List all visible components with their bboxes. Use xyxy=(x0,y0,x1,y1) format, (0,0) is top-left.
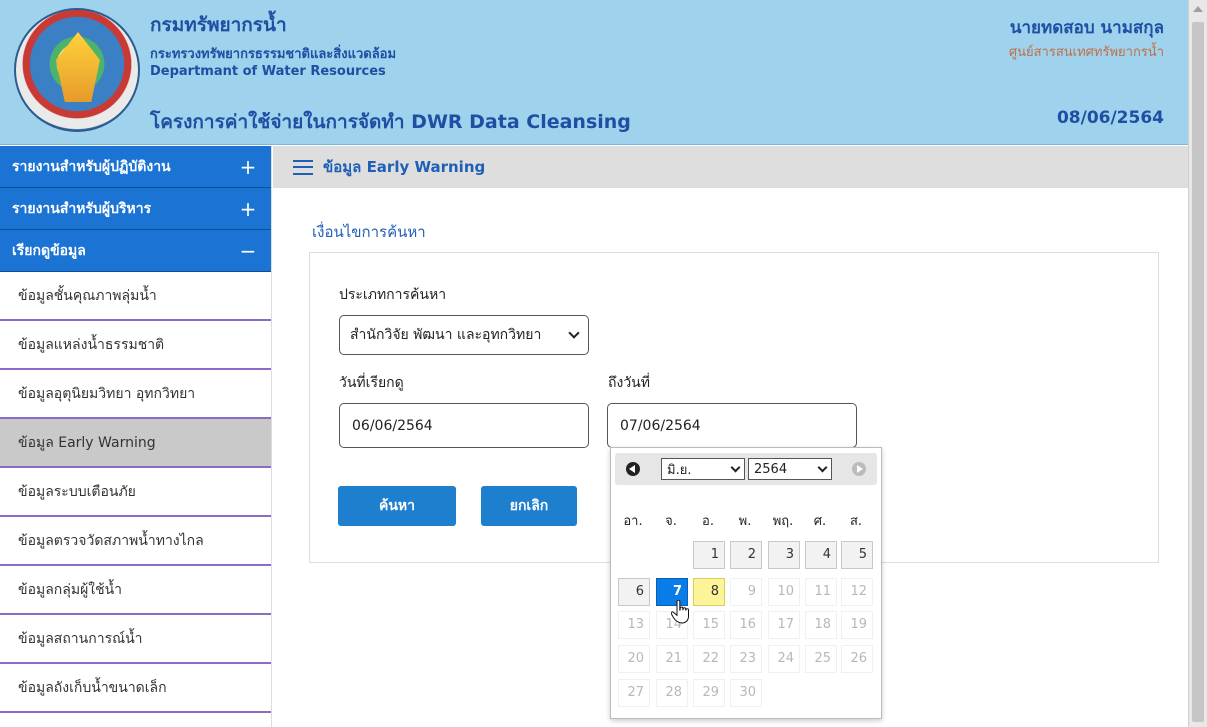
scroll-up-icon[interactable] xyxy=(1193,6,1203,12)
date-to-input[interactable]: 07/06/2564 xyxy=(607,403,857,448)
date-from-input[interactable]: 06/06/2564 xyxy=(339,403,589,448)
calendar-day: 29 xyxy=(693,679,725,707)
calendar-day[interactable]: 1 xyxy=(693,541,725,569)
sidebar-item-warning-system[interactable]: ข้อมูลระบบเตือนภัย xyxy=(0,468,271,517)
date-from-label: วันที่เรียกดู xyxy=(339,375,404,391)
search-type-label: ประเภทการค้นหา xyxy=(339,287,447,303)
sidebar-group-view-data[interactable]: เรียกดูข้อมูล − xyxy=(0,230,271,272)
search-type-value: สำนักวิจัย พัฒนา และอุทกวิทยา xyxy=(350,327,542,343)
datepicker-popup: มิ.ย. 2564 อา. จ. อ. พ. พฤ. ศ. ส. 1 2 3 4 5 6 7 8 9 10 11… xyxy=(610,447,882,719)
calendar-day: 16 xyxy=(730,611,762,639)
prev-month-icon[interactable] xyxy=(626,462,640,476)
weekday-label: ศ. xyxy=(813,514,827,529)
collapse-icon[interactable]: − xyxy=(237,239,259,263)
calendar-day[interactable]: 3 xyxy=(768,541,800,569)
weekday-label: พ. xyxy=(738,514,752,529)
chevron-down-icon xyxy=(817,462,828,472)
year-select[interactable]: 2564 xyxy=(748,458,832,480)
calendar-day: 9 xyxy=(730,578,762,606)
datepicker-header: มิ.ย. 2564 xyxy=(615,453,877,485)
calendar-day: 30 xyxy=(730,679,762,707)
dwr-logo xyxy=(14,8,140,132)
chevron-down-icon xyxy=(730,462,741,472)
search-type-select[interactable]: สำนักวิจัย พัฒนา และอุทกวิทยา xyxy=(339,315,589,355)
page-title: ข้อมูล Early Warning xyxy=(323,158,486,176)
date-to-label: ถึงวันที่ xyxy=(608,375,650,391)
calendar-day[interactable]: 6 xyxy=(618,578,650,606)
sidebar-group-label: เรียกดูข้อมูล xyxy=(12,242,86,259)
calendar-day: 23 xyxy=(730,645,762,673)
department-name-th: กรมทรัพยากรน้ำ xyxy=(150,14,287,36)
weekday-label: ส. xyxy=(849,514,863,529)
sidebar-item-natural-water-sources[interactable]: ข้อมูลแหล่งน้ำธรรมชาติ xyxy=(0,321,271,370)
user-unit: ศูนย์สารสนเทศทรัพยากรน้ำ xyxy=(1008,45,1164,60)
sidebar-item-small-water-tanks[interactable]: ข้อมูลถังเก็บน้ำขนาดเล็ก xyxy=(0,664,271,713)
calendar-day[interactable]: 8 xyxy=(693,578,725,606)
weekday-label: อ. xyxy=(702,514,714,529)
user-name: นายทดสอบ นามสกุล xyxy=(1009,18,1164,38)
calendar-day: 12 xyxy=(841,578,873,606)
sidebar-item-water-user-groups[interactable]: ข้อมูลกลุ่มผู้ใช้น้ำ xyxy=(0,566,271,615)
month-select-value: มิ.ย. xyxy=(667,462,692,478)
vertical-scrollbar[interactable] xyxy=(1188,0,1207,727)
sidebar-item-meteorology-hydrology[interactable]: ข้อมูลอุตุนิยมวิทยา อุทกวิทยา xyxy=(0,370,271,419)
calendar-day[interactable]: 5 xyxy=(841,541,873,569)
department-name-en: Departmant of Water Resources xyxy=(150,64,386,79)
sidebar-group-executive-reports[interactable]: รายงานสำหรับผู้บริหาร + xyxy=(0,188,271,230)
sidebar-item-telemetry[interactable]: ข้อมูลตรวจวัดสภาพน้ำทางไกล xyxy=(0,517,271,566)
calendar-day: 26 xyxy=(841,645,873,673)
hamburger-icon[interactable] xyxy=(293,159,313,175)
weekday-label: อา. xyxy=(623,514,643,529)
calendar-day: 18 xyxy=(805,611,837,639)
content-topbar: ข้อมูล Early Warning xyxy=(273,146,1188,188)
sidebar: รายงานสำหรับผู้ปฏิบัติงาน + รายงานสำหรับ… xyxy=(0,146,272,727)
sidebar-item-water-situation[interactable]: ข้อมูลสถานการณ์น้ำ xyxy=(0,615,271,664)
section-title: เงื่อนไขการค้นหา xyxy=(312,223,426,241)
month-select[interactable]: มิ.ย. xyxy=(661,458,745,480)
calendar-day[interactable]: 4 xyxy=(805,541,837,569)
hand-pointer-icon xyxy=(671,600,689,624)
chevron-down-icon xyxy=(568,327,580,339)
calendar-day: 28 xyxy=(656,679,688,707)
calendar-day: 22 xyxy=(693,645,725,673)
calendar-day: 11 xyxy=(805,578,837,606)
sidebar-item-watershed-class[interactable]: ข้อมูลชั้นคุณภาพลุ่มน้ำ xyxy=(0,272,271,321)
ministry-name: กระทรวงทรัพยากรธรรมชาติและสิ่งแวดล้อม xyxy=(150,47,397,62)
next-month-icon[interactable] xyxy=(852,462,866,476)
year-select-value: 2564 xyxy=(754,461,788,477)
sidebar-group-label: รายงานสำหรับผู้บริหาร xyxy=(12,200,152,217)
calendar-day[interactable]: 2 xyxy=(730,541,762,569)
sidebar-group-label: รายงานสำหรับผู้ปฏิบัติงาน xyxy=(12,158,171,175)
scrollbar-thumb[interactable] xyxy=(1192,22,1204,722)
cancel-button[interactable]: ยกเลิก xyxy=(481,486,577,526)
current-date: 08/06/2564 xyxy=(1056,108,1164,128)
calendar-day: 25 xyxy=(805,645,837,673)
calendar-day: 21 xyxy=(656,645,688,673)
weekday-label: พฤ. xyxy=(772,514,794,529)
sidebar-group-operator-reports[interactable]: รายงานสำหรับผู้ปฏิบัติงาน + xyxy=(0,146,271,188)
calendar-day: 15 xyxy=(693,611,725,639)
calendar-day: 19 xyxy=(841,611,873,639)
calendar-day: 20 xyxy=(618,645,650,673)
calendar-day: 10 xyxy=(768,578,800,606)
calendar-day: 13 xyxy=(618,611,650,639)
calendar-day: 24 xyxy=(768,645,800,673)
search-button[interactable]: ค้นหา xyxy=(338,486,456,526)
calendar-day: 27 xyxy=(618,679,650,707)
project-title: โครงการค่าใช้จ่ายในการจัดทำ DWR Data Cle… xyxy=(150,111,631,133)
expand-icon[interactable]: + xyxy=(237,155,259,179)
expand-icon[interactable]: + xyxy=(237,197,259,221)
sidebar-item-early-warning[interactable]: ข้อมูล Early Warning xyxy=(0,419,271,468)
calendar-day: 17 xyxy=(768,611,800,639)
weekday-label: จ. xyxy=(665,514,677,529)
page-header: กรมทรัพยากรน้ำ กระทรวงทรัพยากรธรรมชาติแล… xyxy=(0,0,1188,145)
